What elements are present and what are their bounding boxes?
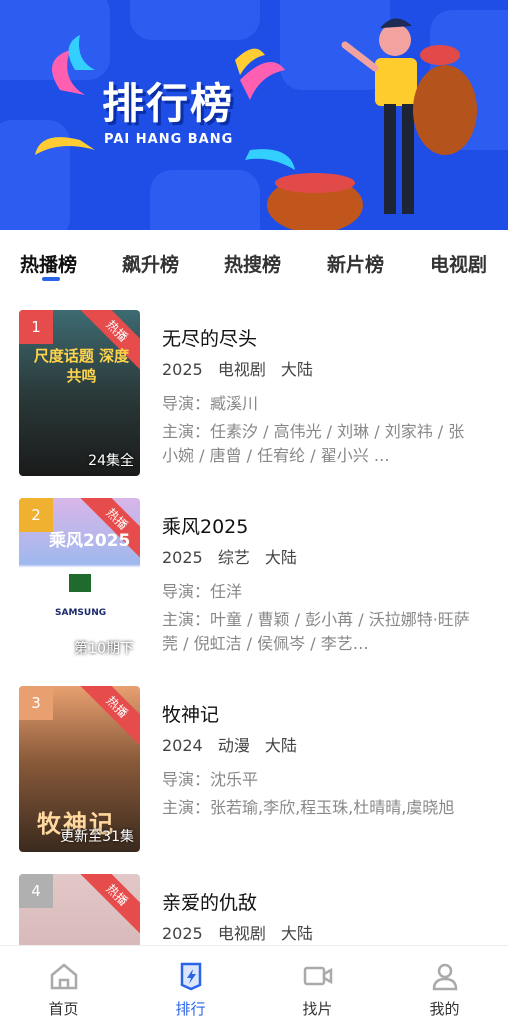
poster-image[interactable]: 2 热播 乘风2025 SAMSUNG 第10期下: [19, 498, 140, 664]
poster-image[interactable]: 4 热播: [19, 874, 140, 945]
item-director: 导演：任洋: [162, 582, 243, 601]
episode-status: 第10期下: [74, 641, 134, 657]
list-item[interactable]: 3 热播 牧神记 更新至31集 牧神记 2024 动漫 大陆 导演：沈乐平 主演…: [0, 686, 508, 856]
item-title[interactable]: 乘风2025: [162, 512, 248, 539]
item-meta: 2025 综艺 大陆: [162, 544, 307, 568]
item-title[interactable]: 牧神记: [162, 700, 219, 727]
item-meta: 2024 动漫 大陆: [162, 732, 307, 756]
list-item[interactable]: 1 热播 尺度话题 深度共鸣 24集全 无尽的尽头 2025 电视剧 大陆 导演…: [0, 310, 508, 480]
nav-home-label: 首页: [48, 1000, 79, 1018]
video-icon: [303, 966, 333, 986]
item-genre: 电视剧: [217, 924, 266, 943]
tab-hot-play[interactable]: 热播榜: [20, 250, 77, 277]
item-title[interactable]: 亲爱的仇敌: [162, 888, 257, 915]
item-year: 2025: [162, 360, 203, 379]
list-item[interactable]: 4 热播 亲爱的仇敌 2025 电视剧 大陆: [0, 874, 508, 945]
nav-find-movie-label: 找片: [302, 1000, 333, 1018]
tab-tv-series[interactable]: 电视剧: [430, 250, 487, 277]
item-year: 2025: [162, 548, 203, 567]
item-genre: 电视剧: [217, 360, 266, 379]
active-tab-indicator: [42, 277, 60, 281]
episode-status: 24集全: [88, 453, 134, 469]
sponsor-logo: [69, 574, 91, 592]
nav-mine-label: 我的: [429, 1000, 460, 1018]
hot-badge: 热播: [77, 874, 140, 935]
nav-home[interactable]: 首页: [0, 946, 127, 1025]
rank-badge: 3: [19, 686, 53, 720]
item-meta: 2025 电视剧 大陆: [162, 356, 323, 380]
item-director: 导演：沈乐平: [162, 770, 259, 789]
poster-image[interactable]: 3 热播 牧神记 更新至31集: [19, 686, 140, 852]
bottom-navigation: 首页 排行 找片 我的: [0, 945, 508, 1025]
item-region: 大陆: [280, 360, 313, 379]
ranking-tabs: 热播榜 飙升榜 热搜榜 新片榜 电视剧: [0, 240, 508, 290]
hot-badge: 热播: [77, 686, 140, 747]
ranking-icon: [180, 962, 202, 991]
item-year: 2025: [162, 924, 203, 943]
nav-ranking-label: 排行: [175, 1000, 206, 1018]
item-cast: 主演：任素汐 / 高伟光 / 刘琳 / 刘家祎 / 张小婉 / 唐曾 / 任宥纶…: [162, 422, 465, 465]
poster-tagline: 尺度话题 深度共鸣: [33, 347, 130, 385]
item-region: 大陆: [264, 548, 297, 567]
user-icon: [432, 963, 458, 991]
item-year: 2024: [162, 736, 203, 755]
sponsor-logo-samsung: SAMSUNG: [55, 608, 107, 618]
item-cast: 主演：张若瑜,李欣,程玉珠,杜晴晴,虞晓旭: [162, 798, 455, 817]
banner-illustration: [35, 18, 477, 230]
header-banner: 排行榜 PAI HANG BANG: [0, 0, 508, 230]
item-title[interactable]: 无尽的尽头: [162, 324, 257, 351]
item-genre: 动漫: [217, 736, 250, 755]
item-genre: 综艺: [217, 548, 250, 567]
rank-badge: 2: [19, 498, 53, 532]
item-meta: 2025 电视剧 大陆: [162, 920, 323, 944]
tab-rising[interactable]: 飙升榜: [122, 250, 179, 277]
tab-hot-search[interactable]: 热搜榜: [224, 250, 281, 277]
item-director: 导演：臧溪川: [162, 394, 259, 413]
home-icon: [50, 963, 78, 990]
poster-tagline: 乘风2025: [49, 531, 131, 551]
item-region: 大陆: [264, 736, 297, 755]
poster-image[interactable]: 1 热播 尺度话题 深度共鸣 24集全: [19, 310, 140, 476]
nav-find-movie[interactable]: 找片: [254, 946, 381, 1025]
nav-mine[interactable]: 我的: [381, 946, 508, 1025]
nav-ranking[interactable]: 排行: [127, 946, 254, 1025]
banner-title: 排行榜: [102, 79, 235, 128]
item-cast: 主演：叶童 / 曹颖 / 彭小苒 / 沃拉娜特·旺萨莞 / 倪虹洁 / 侯佩岑 …: [162, 610, 470, 653]
banner-subtitle: PAI HANG BANG: [104, 132, 234, 147]
list-item[interactable]: 2 热播 乘风2025 SAMSUNG 第10期下 乘风2025 2025 综艺…: [0, 498, 508, 668]
tab-new-release[interactable]: 新片榜: [327, 250, 384, 277]
rank-badge: 4: [19, 874, 53, 908]
item-region: 大陆: [280, 924, 313, 943]
episode-status: 更新至31集: [60, 829, 134, 845]
rank-badge: 1: [19, 310, 53, 344]
